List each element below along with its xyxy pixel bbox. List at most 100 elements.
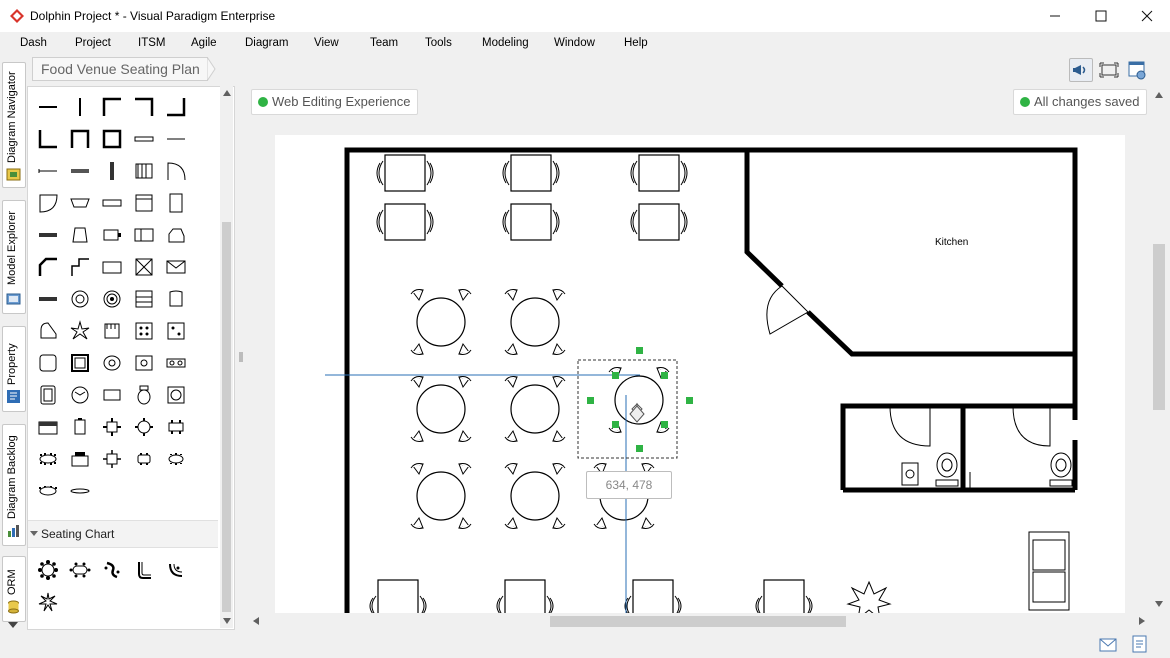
fit-diagram-button[interactable]	[1097, 58, 1121, 82]
stencil-wall-corner-br-icon[interactable]	[165, 96, 187, 118]
stencil-wall-u-icon[interactable]	[69, 128, 91, 150]
stencil-frame-icon[interactable]	[69, 352, 91, 374]
stencil-toilet-icon[interactable]	[133, 384, 155, 406]
stencil-trash-bin-icon[interactable]	[165, 288, 187, 310]
stencil-printer-icon[interactable]	[37, 416, 59, 438]
vscroll-down-icon[interactable]	[1155, 601, 1163, 607]
stencil-stove-2-icon[interactable]	[165, 320, 187, 342]
stencil-lamp-icon[interactable]	[69, 224, 91, 246]
stencil-door-icon[interactable]	[165, 160, 187, 182]
maximize-button[interactable]	[1078, 0, 1124, 32]
menu-dash[interactable]: Dash	[20, 37, 47, 49]
stencil-envelope-box-icon[interactable]	[165, 256, 187, 278]
menu-modeling[interactable]: Modeling	[482, 37, 529, 49]
canvas-horizontal-scrollbar[interactable]	[247, 613, 1151, 630]
stencil-cash-register-icon[interactable]	[69, 448, 91, 470]
stencil-table-long-thin-icon[interactable]	[69, 480, 91, 502]
stencil-wall-corner-tl-icon[interactable]	[101, 96, 123, 118]
stencil-plant-icon[interactable]	[69, 320, 91, 342]
palette-scroll-up-icon[interactable]	[223, 90, 231, 96]
stencil-bathtub-icon[interactable]	[69, 192, 91, 214]
stencil-crossed-box-icon[interactable]	[133, 256, 155, 278]
menu-team[interactable]: Team	[370, 37, 398, 49]
menu-window[interactable]: Window	[554, 37, 595, 49]
stencil-speaker-icon[interactable]	[101, 288, 123, 310]
tabs-expand-icon[interactable]	[8, 622, 18, 630]
stencil-table-4-round-icon[interactable]	[133, 416, 155, 438]
close-button[interactable]	[1124, 0, 1170, 32]
stencil-thin-wall-icon[interactable]	[165, 128, 187, 150]
menu-project[interactable]: Project	[75, 37, 111, 49]
menu-help[interactable]: Help	[624, 37, 648, 49]
stencil-stove-icon[interactable]	[133, 320, 155, 342]
stencil-table-oval-2-icon[interactable]	[165, 448, 187, 470]
stencil-sink-square-icon[interactable]	[37, 352, 59, 374]
tab-diagram-backlog[interactable]: Diagram Backlog	[2, 424, 26, 546]
stencil-corner-booth-icon[interactable]	[133, 559, 155, 581]
vscroll-up-icon[interactable]	[1155, 92, 1163, 98]
canvas-vertical-scrollbar[interactable]	[1151, 86, 1168, 613]
menu-tools[interactable]: Tools	[425, 37, 452, 49]
stencil-curved-row-icon[interactable]	[101, 559, 123, 581]
palette-scroll-thumb[interactable]	[222, 222, 231, 612]
stencil-tv-icon[interactable]	[101, 224, 123, 246]
tab-orm[interactable]: ORM	[2, 556, 26, 622]
stencil-railing-icon[interactable]	[37, 160, 59, 182]
stencil-curved-booth-icon[interactable]	[165, 559, 187, 581]
stencil-counter-icon[interactable]	[101, 192, 123, 214]
stencil-bed-icon[interactable]	[133, 224, 155, 246]
floor-plan[interactable]	[275, 135, 1125, 613]
menu-view[interactable]: View	[314, 37, 339, 49]
stencil-drain-icon[interactable]	[165, 384, 187, 406]
stencil-wall-vertical-icon[interactable]	[69, 96, 91, 118]
palette-scroll-down-icon[interactable]	[223, 618, 231, 624]
stencil-heavy-wall-icon[interactable]	[69, 160, 91, 182]
stencil-double-door-icon[interactable]	[37, 192, 59, 214]
diagram-settings-button[interactable]	[1125, 58, 1149, 82]
minimize-button[interactable]	[1032, 0, 1078, 32]
notes-icon[interactable]	[1132, 635, 1148, 653]
stencil-plant-icon[interactable]	[37, 591, 59, 613]
announcement-button[interactable]	[1069, 58, 1093, 82]
palette-scrollbar[interactable]	[220, 86, 233, 628]
menu-diagram[interactable]: Diagram	[245, 37, 288, 49]
stencil-room-icon[interactable]	[101, 128, 123, 150]
menu-itsm[interactable]: ITSM	[138, 37, 165, 49]
hscroll-right-icon[interactable]	[1139, 617, 1145, 625]
stencil-table-4-square-icon[interactable]	[101, 416, 123, 438]
stencil-shelf-icon[interactable]	[133, 288, 155, 310]
web-editing-badge[interactable]: Web Editing Experience	[251, 89, 418, 115]
stencil-table-rect-2-icon[interactable]	[133, 448, 155, 470]
breadcrumb[interactable]: Food Venue Seating Plan	[32, 57, 208, 81]
stencil-window-icon[interactable]	[133, 128, 155, 150]
stencil-grand-piano-icon[interactable]	[37, 320, 59, 342]
stencil-table-rect-icon[interactable]	[165, 416, 187, 438]
stencil-oval-seating-icon[interactable]	[69, 559, 91, 581]
stencil-fridge-icon[interactable]	[37, 384, 59, 406]
hscroll-thumb[interactable]	[550, 616, 846, 627]
stencil-round-sink-icon[interactable]	[69, 384, 91, 406]
stencil-sink-round-icon[interactable]	[133, 352, 155, 374]
palette-splitter[interactable]	[236, 86, 246, 628]
stencil-double-sink-icon[interactable]	[165, 352, 187, 374]
stencil-car-icon[interactable]	[165, 224, 187, 246]
stencil-wall-horizontal-icon[interactable]	[37, 96, 59, 118]
tab-diagram-navigator[interactable]: Diagram Navigator	[2, 62, 26, 188]
stencil-angled-wall-icon[interactable]	[37, 256, 59, 278]
stencil-table-square-icon[interactable]	[101, 448, 123, 470]
stencil-bar-icon[interactable]	[37, 288, 59, 310]
stencil-bookshelf-icon[interactable]	[133, 160, 155, 182]
stencil-round-rug-icon[interactable]	[69, 288, 91, 310]
stencil-bin-icon[interactable]	[69, 416, 91, 438]
hscroll-left-icon[interactable]	[253, 617, 259, 625]
seating-chart-section-header[interactable]: Seating Chart	[28, 520, 218, 548]
tab-property[interactable]: Property	[2, 326, 26, 412]
stencil-wall-corner-tr-icon[interactable]	[133, 96, 155, 118]
stencil-desk-icon[interactable]	[101, 384, 123, 406]
stencil-column-icon[interactable]	[101, 160, 123, 182]
stencil-table-oval-icon[interactable]	[37, 448, 59, 470]
stencil-wall-corner-bl-icon[interactable]	[37, 128, 59, 150]
stencil-monitor-icon[interactable]	[101, 256, 123, 278]
stencil-step-wall-icon[interactable]	[69, 256, 91, 278]
stencil-wardrobe-icon[interactable]	[165, 192, 187, 214]
